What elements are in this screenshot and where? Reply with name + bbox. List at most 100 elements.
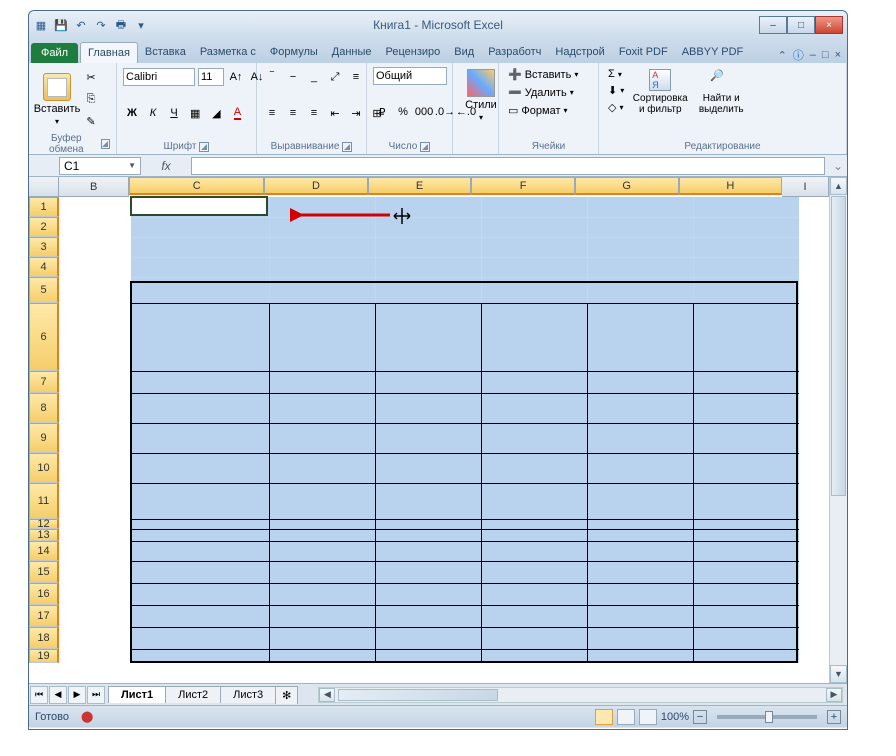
align-middle-button[interactable]: − [284, 67, 302, 87]
qat-more-icon[interactable]: ▾ [133, 17, 149, 33]
delete-cells-button[interactable]: ➖Удалить▾ [505, 85, 577, 100]
minimize-ribbon-icon[interactable]: ⌃ [778, 49, 787, 62]
zoom-level[interactable]: 100% [661, 711, 689, 723]
cells-grid[interactable] [59, 197, 829, 683]
sheet-tab-2[interactable]: Лист2 [165, 686, 221, 703]
zoom-slider[interactable] [717, 715, 817, 719]
vertical-scrollbar[interactable]: ▲ ▼ [829, 177, 847, 683]
view-layout-button[interactable] [617, 709, 635, 725]
save-icon[interactable]: 💾 [53, 17, 69, 33]
align-center-button[interactable]: ≡ [284, 103, 302, 123]
column-header-C[interactable]: C [129, 177, 264, 195]
align-right-button[interactable]: ≡ [305, 103, 323, 123]
redo-icon[interactable]: ↷ [93, 17, 109, 33]
column-header-E[interactable]: E [368, 177, 472, 195]
tab-вид[interactable]: Вид [447, 42, 481, 63]
column-header-D[interactable]: D [264, 177, 368, 195]
tab-рецензиро[interactable]: Рецензиро [379, 42, 448, 63]
scroll-left-button[interactable]: ◀ [319, 688, 335, 702]
comma-button[interactable]: 000 [415, 102, 433, 122]
tab-file[interactable]: Файл [31, 43, 78, 63]
doc-restore-icon[interactable]: □ [822, 49, 829, 61]
macro-record-icon[interactable]: ⬤ [81, 710, 93, 723]
select-all-corner[interactable] [29, 177, 59, 197]
orientation-button[interactable]: ⤢ [326, 67, 344, 87]
tab-foxit pdf[interactable]: Foxit PDF [612, 42, 675, 63]
formula-bar[interactable] [191, 157, 825, 175]
row-header-1[interactable]: 1 [29, 197, 59, 217]
autosum-button[interactable]: Σ▾ [605, 67, 625, 81]
row-header-19[interactable]: 19 [29, 649, 59, 663]
currency-button[interactable]: ₽ [373, 102, 391, 122]
column-header-G[interactable]: G [575, 177, 679, 195]
row-header-3[interactable]: 3 [29, 237, 59, 257]
scroll-up-button[interactable]: ▲ [830, 177, 847, 195]
row-header-14[interactable]: 14 [29, 541, 59, 561]
cut-button[interactable]: ✂ [82, 67, 100, 87]
tab-формулы[interactable]: Формулы [263, 42, 325, 63]
new-sheet-tab[interactable]: ✻ [275, 686, 298, 704]
number-format-select[interactable] [373, 67, 447, 85]
fill-color-button[interactable]: ◢ [207, 103, 225, 123]
row-header-15[interactable]: 15 [29, 561, 59, 583]
print-icon[interactable]: 🖶 [113, 17, 129, 33]
minimize-button[interactable]: – [759, 16, 787, 34]
column-header-F[interactable]: F [471, 177, 575, 195]
row-header-9[interactable]: 9 [29, 423, 59, 453]
column-header-B[interactable]: B [59, 177, 129, 197]
hscroll-thumb[interactable] [338, 689, 498, 701]
indent-dec-button[interactable]: ⇤ [326, 103, 344, 123]
copy-button[interactable]: ⎘ [82, 89, 100, 109]
clear-button[interactable]: ◇▾ [605, 100, 626, 115]
view-normal-button[interactable] [595, 709, 613, 725]
find-select-button[interactable]: 🔎 Найти и выделить [693, 67, 749, 117]
dialog-launcher[interactable] [342, 142, 352, 152]
font-name-select[interactable] [123, 68, 195, 86]
zoom-in-button[interactable]: + [827, 710, 841, 724]
undo-icon[interactable]: ↶ [73, 17, 89, 33]
maximize-button[interactable]: □ [787, 16, 815, 34]
indent-inc-button[interactable]: ⇥ [347, 103, 365, 123]
dialog-launcher[interactable] [199, 142, 209, 152]
insert-cells-button[interactable]: ➕Вставить▾ [505, 67, 581, 82]
sort-filter-button[interactable]: АЯ Сортировка и фильтр [630, 67, 690, 117]
scroll-thumb[interactable] [831, 196, 846, 496]
align-left-button[interactable]: ≡ [263, 103, 281, 123]
row-header-12[interactable]: 12 [29, 519, 59, 529]
row-header-7[interactable]: 7 [29, 371, 59, 393]
zoom-knob[interactable] [765, 711, 773, 723]
dialog-launcher[interactable] [101, 139, 110, 149]
row-header-17[interactable]: 17 [29, 605, 59, 627]
row-header-11[interactable]: 11 [29, 483, 59, 519]
sheet-tab-1[interactable]: Лист1 [108, 686, 166, 703]
row-header-2[interactable]: 2 [29, 217, 59, 237]
bold-button[interactable]: Ж [123, 103, 141, 123]
font-size-select[interactable] [198, 68, 224, 86]
grow-font-button[interactable]: A↑ [227, 67, 245, 87]
format-cells-button[interactable]: ▭Формат▾ [505, 103, 571, 118]
tab-вставка[interactable]: Вставка [138, 42, 193, 63]
help-icon[interactable]: ⓘ [793, 47, 804, 63]
styles-button[interactable]: Стили ▾ [459, 67, 503, 124]
row-header-8[interactable]: 8 [29, 393, 59, 423]
name-box[interactable]: C1 ▼ [59, 157, 141, 175]
tab-nav-prev[interactable]: ◀ [49, 686, 67, 704]
row-header-5[interactable]: 5 [29, 277, 59, 303]
sheet-tab-3[interactable]: Лист3 [220, 686, 276, 703]
tab-разработч[interactable]: Разработч [481, 42, 548, 63]
tab-разметка с[interactable]: Разметка с [193, 42, 263, 63]
inc-decimal-button[interactable]: .0→ [436, 102, 454, 122]
expand-formula-bar-icon[interactable]: ⌄ [829, 159, 847, 173]
scroll-down-button[interactable]: ▼ [830, 665, 847, 683]
wrap-text-button[interactable]: ≡ [347, 67, 365, 87]
view-pagebreak-button[interactable] [639, 709, 657, 725]
italic-button[interactable]: К [144, 103, 162, 123]
row-header-13[interactable]: 13 [29, 529, 59, 541]
row-header-10[interactable]: 10 [29, 453, 59, 483]
fx-icon[interactable]: fx [141, 159, 191, 173]
zoom-out-button[interactable]: − [693, 710, 707, 724]
dialog-launcher[interactable] [420, 142, 430, 152]
tab-nav-next[interactable]: ▶ [68, 686, 86, 704]
doc-min-icon[interactable]: – [810, 49, 816, 61]
close-button[interactable]: × [815, 16, 843, 34]
